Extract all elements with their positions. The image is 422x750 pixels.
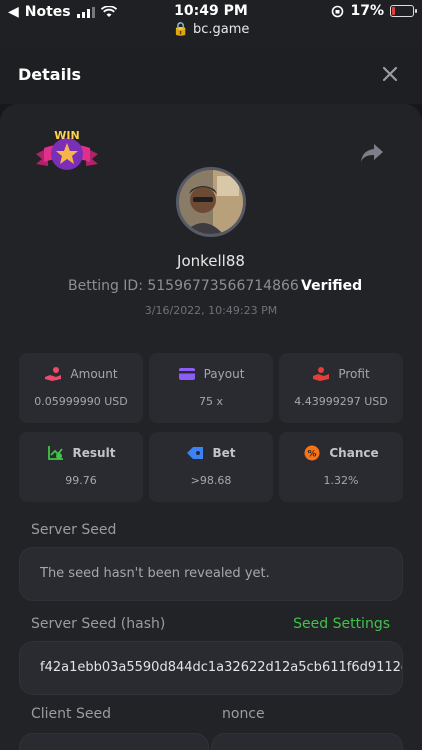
lock-icon: 🔒 xyxy=(172,22,189,37)
stat-value: >98.68 xyxy=(190,474,232,487)
stat-label: Bet xyxy=(212,446,236,460)
battery-icon xyxy=(390,5,417,17)
win-badge-text: WIN xyxy=(54,129,79,142)
server-seed-hash-field[interactable]: f42a1ebb03a5590d844dc1a32622d12a5cb611f6… xyxy=(19,641,403,695)
server-seed-label: Server Seed xyxy=(31,522,117,538)
stat-result: Result 99.76 xyxy=(19,432,143,502)
nonce-field[interactable] xyxy=(211,733,403,750)
stat-payout: Payout 75 x xyxy=(149,353,273,423)
details-header: Details xyxy=(0,46,422,104)
orientation-lock-icon xyxy=(332,5,344,17)
stat-value: 0.05999990 USD xyxy=(34,395,128,408)
nonce-label: nonce xyxy=(222,706,265,722)
stat-label: Payout xyxy=(203,367,245,381)
verified-badge: Verified xyxy=(301,278,363,294)
stat-value: 99.76 xyxy=(65,474,97,487)
svg-text:%: % xyxy=(308,450,317,460)
client-seed-field[interactable] xyxy=(19,733,209,750)
share-icon[interactable] xyxy=(360,142,384,164)
client-seed-label: Client Seed xyxy=(31,706,111,722)
win-badge-icon: WIN xyxy=(36,129,98,170)
stat-label: Profit xyxy=(338,367,370,381)
stat-profit: Profit 4.43999297 USD xyxy=(279,353,403,423)
server-seed-hash-label: Server Seed (hash) xyxy=(31,616,166,632)
stat-label: Amount xyxy=(70,367,118,381)
stat-chance: % Chance 1.32% xyxy=(279,432,403,502)
server-seed-hash-value: f42a1ebb03a5590d844dc1a32622d12a5cb611f6… xyxy=(40,660,402,675)
wallet-card-icon xyxy=(178,368,195,380)
result-chart-icon xyxy=(47,446,63,460)
seed-settings-link[interactable]: Seed Settings xyxy=(293,616,390,632)
status-right: 17% xyxy=(331,3,417,19)
status-bar: ◀ Notes 10:49 PM 🔒 bc.game 17% xyxy=(0,0,422,46)
page-title: Details xyxy=(18,65,82,84)
percent-icon: % xyxy=(304,445,320,461)
stat-value: 4.43999297 USD xyxy=(294,395,388,408)
stat-label: Chance xyxy=(329,446,379,460)
url-text: bc.game xyxy=(192,22,250,37)
close-icon[interactable] xyxy=(378,62,402,86)
battery-percent: 17% xyxy=(350,3,384,19)
tag-icon xyxy=(187,447,204,459)
avatar xyxy=(176,167,246,237)
server-seed-field: The seed hasn't been revealed yet. xyxy=(19,547,403,601)
profit-hand-icon xyxy=(313,367,330,381)
url-bar[interactable]: 🔒 bc.game xyxy=(0,22,422,37)
stat-label: Result xyxy=(72,446,116,460)
coins-hand-icon xyxy=(45,367,62,381)
betting-id: Betting ID: 5159677356671486​6 xyxy=(68,278,299,294)
stat-value: 1.32% xyxy=(323,474,359,487)
server-seed-value: The seed hasn't been revealed yet. xyxy=(40,566,270,581)
username: Jonkell88 xyxy=(177,252,245,270)
bet-timestamp: 3/16/2022, 10:49:23 PM xyxy=(144,304,278,317)
stat-value: 75 x xyxy=(198,395,223,408)
stat-bet: Bet >98.68 xyxy=(149,432,273,502)
stat-amount: Amount 0.05999990 USD xyxy=(19,353,143,423)
